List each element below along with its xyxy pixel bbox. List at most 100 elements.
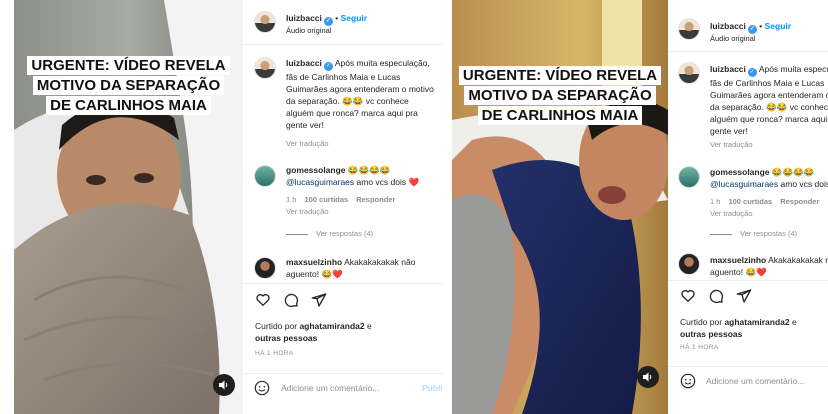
avatar[interactable] bbox=[678, 253, 700, 275]
video-caption-overlay: URGENTE: VÍDEO REVELA MOTIVO DA SEPARAÇÃ… bbox=[14, 56, 243, 116]
reply-button[interactable]: Responder bbox=[780, 197, 819, 206]
heart-emoji: ❤️ bbox=[756, 267, 767, 277]
avatar[interactable] bbox=[254, 165, 276, 187]
comment-username[interactable]: gomessolange bbox=[286, 165, 346, 175]
overlay-line-1: URGENTE: VÍDEO REVELA bbox=[458, 66, 662, 85]
comment-time: 1 h bbox=[286, 195, 297, 204]
view-replies[interactable]: Ver respostas (4) bbox=[710, 229, 797, 238]
comment-input[interactable]: Adicione um comentário... bbox=[706, 376, 804, 386]
post-author: luizbacci ✓ • Seguir bbox=[286, 13, 368, 26]
post-caption: luizbacci✓ Após muita especulação, fãs d… bbox=[286, 57, 436, 131]
instagram-post-right: URGENTE: VÍDEO REVELA MOTIVO DA SEPARAÇÃ… bbox=[452, 0, 828, 414]
replies-line bbox=[710, 233, 732, 235]
comment-likes[interactable]: 100 curtidas bbox=[728, 197, 772, 206]
comment-2: maxsuelzinho Akakakakakak não aguento! 😂… bbox=[286, 256, 436, 280]
overlay-line-2: MOTIVO DA SEPARAÇÃO bbox=[464, 86, 656, 105]
avatar[interactable] bbox=[678, 62, 700, 84]
liked-user[interactable]: aghatamiranda2 bbox=[299, 321, 364, 331]
audio-label[interactable]: Áudio original bbox=[710, 34, 755, 43]
comment-username[interactable]: maxsuelzinho bbox=[710, 255, 766, 265]
video-player[interactable]: URGENTE: VÍDEO REVELA MOTIVO DA SEPARAÇÃ… bbox=[14, 0, 243, 414]
avatar[interactable] bbox=[254, 57, 276, 79]
divider bbox=[243, 44, 443, 45]
heart-icon[interactable] bbox=[255, 292, 271, 308]
mention-link[interactable]: @lucasguimaraes bbox=[710, 179, 778, 189]
video-caption-overlay: URGENTE: VÍDEO REVELA MOTIVO DA SEPARAÇÃ… bbox=[452, 66, 668, 126]
avatar[interactable] bbox=[254, 257, 276, 279]
liked-others[interactable]: outras pessoas bbox=[255, 333, 317, 343]
caption-text: Após muita especulação, fãs de Carlinhos… bbox=[286, 58, 434, 130]
verified-icon: ✓ bbox=[323, 17, 333, 26]
liked-and: e bbox=[792, 317, 797, 327]
liked-others[interactable]: outras pessoas bbox=[680, 329, 742, 339]
sound-icon bbox=[643, 372, 652, 382]
emoji-icon[interactable] bbox=[680, 373, 696, 389]
avatar[interactable] bbox=[254, 11, 276, 33]
comment-1: gomessolange 😂😂😂😂 @lucasguimaraes amo vc… bbox=[286, 164, 436, 188]
post-actions bbox=[255, 292, 327, 308]
caption-text: Após muita especulação, fãs de Carlinhos… bbox=[710, 64, 828, 136]
comment-username[interactable]: gomessolange bbox=[710, 167, 770, 177]
mention-link[interactable]: @lucasguimaraes bbox=[286, 177, 354, 187]
caption-username[interactable]: luizbacci bbox=[286, 58, 322, 68]
sound-icon bbox=[219, 380, 228, 390]
sound-toggle-button[interactable] bbox=[637, 366, 659, 388]
overlay-line-3: DE CARLINHOS MAIA bbox=[477, 106, 643, 125]
follow-button[interactable]: Seguir bbox=[341, 13, 367, 23]
overlay-line-2: MOTIVO DA SEPARAÇÃO bbox=[32, 76, 225, 95]
caption-username[interactable]: luizbacci bbox=[710, 64, 746, 74]
avatar[interactable] bbox=[678, 166, 700, 188]
heart-emoji: ❤️ bbox=[332, 269, 343, 279]
author-username[interactable]: luizbacci bbox=[286, 13, 322, 23]
add-comment-bar: Adicione um comentário... bbox=[668, 366, 828, 394]
emoji-icon[interactable] bbox=[254, 380, 270, 396]
post-time[interactable]: HÁ 1 HORA bbox=[255, 350, 294, 357]
see-translation-link[interactable]: Ver tradução bbox=[286, 139, 329, 148]
image-separator bbox=[443, 0, 452, 414]
replies-line bbox=[286, 233, 308, 235]
sound-toggle-button[interactable] bbox=[213, 374, 235, 396]
heart-emoji: ❤️ bbox=[408, 177, 420, 187]
post-actions bbox=[680, 288, 752, 304]
liked-prefix: Curtido por bbox=[680, 317, 723, 327]
comment-input[interactable]: Adicione um comentário... bbox=[281, 383, 379, 393]
author-username[interactable]: luizbacci bbox=[710, 21, 746, 31]
view-replies[interactable]: Ver respostas (4) bbox=[286, 229, 373, 238]
comment-likes[interactable]: 100 curtidas bbox=[304, 195, 348, 204]
verified-icon: ✓ bbox=[747, 25, 757, 34]
see-translation-link[interactable]: Ver tradução bbox=[286, 207, 329, 216]
post-side-panel: luizbacci ✓ • Seguir Áudio original luizb… bbox=[668, 0, 828, 414]
comment-meta: 1 h 100 curtidas Responder bbox=[286, 195, 403, 204]
post-author: luizbacci ✓ • Seguir bbox=[710, 21, 792, 34]
comment-time: 1 h bbox=[710, 197, 721, 206]
add-comment-bar: Adicione um comentário... Publicar bbox=[243, 373, 452, 401]
comment-text: amo vcs dois bbox=[778, 179, 828, 189]
liked-prefix: Curtido por bbox=[255, 321, 298, 331]
liked-by: Curtido por aghatamiranda2 e outras pess… bbox=[680, 316, 828, 340]
share-icon[interactable] bbox=[736, 288, 752, 304]
divider bbox=[668, 280, 828, 281]
comment-icon[interactable] bbox=[283, 292, 299, 308]
comment-icon[interactable] bbox=[708, 288, 724, 304]
comment-meta: 1 h 100 curtidas Responder bbox=[710, 197, 827, 206]
comment-username[interactable]: maxsuelzinho bbox=[286, 257, 342, 267]
share-icon[interactable] bbox=[311, 292, 327, 308]
divider bbox=[668, 51, 828, 52]
video-player[interactable]: URGENTE: VÍDEO REVELA MOTIVO DA SEPARAÇÃ… bbox=[452, 0, 668, 414]
reply-button[interactable]: Responder bbox=[356, 195, 395, 204]
see-translation-link[interactable]: Ver tradução bbox=[710, 209, 753, 218]
overlay-line-3: DE CARLINHOS MAIA bbox=[46, 96, 211, 115]
avatar[interactable] bbox=[678, 18, 700, 40]
post-time[interactable]: HÁ 1 HORA bbox=[680, 344, 719, 351]
instagram-post-left: URGENTE: VÍDEO REVELA MOTIVO DA SEPARAÇÃ… bbox=[0, 0, 452, 414]
liked-user[interactable]: aghatamiranda2 bbox=[724, 317, 789, 327]
heart-icon[interactable] bbox=[680, 288, 696, 304]
audio-label[interactable]: Áudio original bbox=[286, 26, 331, 35]
view-replies-label[interactable]: Ver respostas (4) bbox=[316, 229, 373, 238]
video-frame bbox=[452, 0, 668, 414]
view-replies-label[interactable]: Ver respostas (4) bbox=[740, 229, 797, 238]
follow-button[interactable]: Seguir bbox=[765, 21, 791, 31]
see-translation-link[interactable]: Ver tradução bbox=[710, 140, 753, 149]
verified-icon: ✓ bbox=[747, 68, 757, 77]
verified-icon: ✓ bbox=[323, 62, 333, 71]
